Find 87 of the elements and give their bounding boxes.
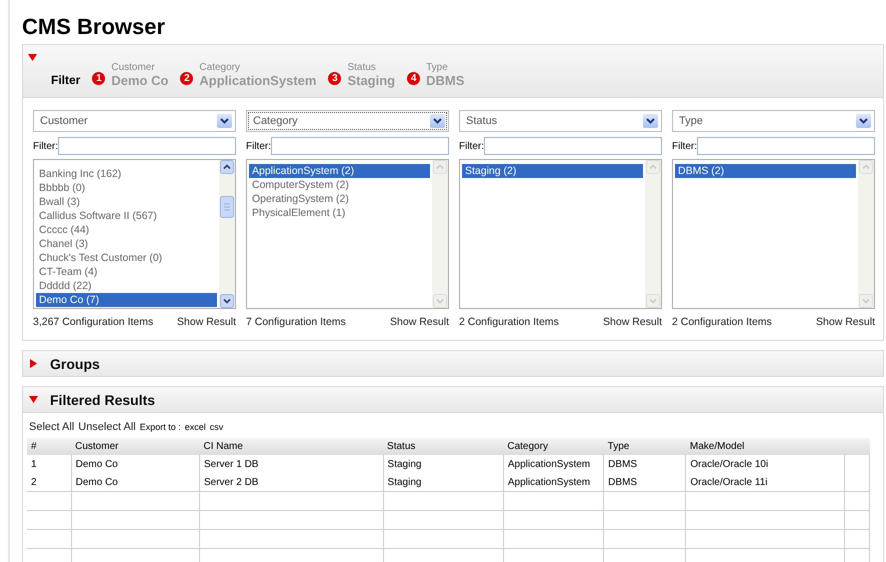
filter-label: Filter: bbox=[459, 140, 484, 152]
table-cell: DBMS bbox=[604, 455, 686, 473]
list-item[interactable]: PhysicalElement (1) bbox=[249, 206, 430, 220]
table-cell: 2 bbox=[27, 473, 72, 492]
export-link[interactable]: csv bbox=[210, 422, 224, 432]
list-item[interactable]: Ddddd (22) bbox=[36, 279, 217, 293]
list-item[interactable]: Staging (2) bbox=[462, 164, 643, 178]
dropdown[interactable]: Status bbox=[459, 110, 662, 132]
item-count: 3,267 Configuration Items bbox=[33, 316, 154, 328]
step-label: Type bbox=[426, 62, 449, 73]
list-item[interactable]: Chanel (3) bbox=[36, 237, 217, 251]
filter-input[interactable] bbox=[58, 137, 236, 155]
list-item[interactable]: ComputerSystem (2) bbox=[249, 178, 430, 192]
column-header[interactable]: Make/Model bbox=[686, 438, 844, 455]
item-count: 2 Configuration Items bbox=[672, 316, 772, 328]
item-count: 2 Configuration Items bbox=[459, 316, 559, 328]
table-cell: Staging bbox=[383, 473, 504, 492]
column-header[interactable]: Status bbox=[383, 438, 504, 455]
show-result-link[interactable]: Show Result bbox=[177, 316, 236, 328]
results-header[interactable]: Filtered Results bbox=[23, 387, 883, 413]
list-item[interactable]: Banking Inc (162) bbox=[36, 167, 217, 181]
column-header[interactable]: CI Name bbox=[200, 438, 384, 455]
show-result-link[interactable]: Show Result bbox=[603, 316, 662, 328]
table-cell: Server 2 DB bbox=[200, 473, 384, 492]
scroll-down-icon[interactable] bbox=[220, 294, 234, 308]
dropdown[interactable]: Type bbox=[672, 110, 875, 132]
dropdown[interactable]: Category bbox=[246, 110, 449, 132]
expanded-triangle-icon[interactable] bbox=[29, 395, 38, 404]
table-cell: Staging bbox=[383, 455, 504, 473]
list-item[interactable]: CT-Team (4) bbox=[36, 265, 217, 279]
table-cell: ApplicationSystem bbox=[503, 455, 604, 473]
filter-label: Filter bbox=[51, 73, 80, 87]
list-item[interactable]: Ccccc (44) bbox=[36, 223, 217, 237]
step-value: Staging bbox=[347, 73, 396, 88]
collapsed-triangle-icon[interactable] bbox=[29, 359, 38, 368]
list-item[interactable]: ApplicationSystem (2) bbox=[249, 164, 430, 178]
item-count: 7 Configuration Items bbox=[246, 316, 346, 328]
step-number-badge: 4 bbox=[407, 72, 420, 85]
groups-header[interactable]: Groups bbox=[23, 351, 883, 376]
section-title: Filtered Results bbox=[50, 392, 156, 408]
export-label: Export to : bbox=[140, 422, 181, 432]
table-cell: Server 1 DB bbox=[200, 455, 384, 473]
step-value: DBMS bbox=[426, 73, 464, 88]
table-cell: Demo Co bbox=[71, 455, 200, 473]
dropdown[interactable]: Customer bbox=[33, 110, 236, 132]
export-link[interactable]: excel bbox=[184, 422, 206, 432]
list-item[interactable]: Chuck's Test Customer (0) bbox=[36, 251, 217, 265]
list-item[interactable]: OperatingSystem (2) bbox=[249, 192, 430, 206]
table-cell: Demo Co bbox=[71, 473, 200, 492]
step-label: Status bbox=[347, 62, 377, 73]
select-link[interactable]: Unselect All bbox=[78, 421, 136, 433]
table-cell: ApplicationSystem bbox=[503, 473, 604, 492]
list-item[interactable]: Callidus Software II (567) bbox=[36, 209, 217, 223]
column-header[interactable]: Category bbox=[503, 438, 604, 455]
step-value: Demo Co bbox=[111, 73, 168, 88]
table-cell: Oracle/Oracle 11i bbox=[686, 473, 844, 492]
step-value: ApplicationSystem bbox=[199, 73, 316, 88]
column-header[interactable]: # bbox=[27, 438, 72, 455]
show-result-link[interactable]: Show Result bbox=[816, 316, 875, 328]
table-cell: 1 bbox=[27, 455, 72, 473]
filter-label: Filter: bbox=[672, 140, 697, 152]
list-item[interactable]: Demo Co (7) bbox=[36, 293, 217, 307]
step-number-badge: 2 bbox=[180, 72, 194, 85]
filter-input[interactable] bbox=[697, 137, 875, 155]
filter-input[interactable] bbox=[484, 137, 662, 155]
section-title: Groups bbox=[50, 356, 100, 372]
step-number-badge: 1 bbox=[92, 72, 106, 85]
filter-input[interactable] bbox=[271, 137, 449, 155]
expanded-triangle-icon[interactable] bbox=[28, 53, 37, 62]
column-header[interactable]: Type bbox=[604, 438, 686, 455]
table-cell: DBMS bbox=[604, 473, 686, 492]
filter-label: Filter: bbox=[246, 140, 271, 152]
scroll-up-icon[interactable] bbox=[220, 160, 234, 174]
scroll-thumb-icon[interactable] bbox=[220, 196, 234, 218]
show-result-link[interactable]: Show Result bbox=[390, 316, 449, 328]
step-number-badge: 3 bbox=[328, 72, 342, 85]
filter-label: Filter: bbox=[33, 140, 58, 152]
column-header[interactable]: Customer bbox=[71, 438, 200, 455]
select-link[interactable]: Select All bbox=[29, 421, 74, 433]
step-label: Customer bbox=[111, 62, 156, 73]
step-label: Category bbox=[199, 62, 241, 73]
list-item[interactable]: DBMS (2) bbox=[675, 164, 856, 178]
page-title: CMS Browser bbox=[22, 14, 166, 40]
list-item[interactable]: Bbbbb (0) bbox=[36, 181, 217, 195]
table-cell: Oracle/Oracle 10i bbox=[686, 455, 844, 473]
list-item[interactable]: Bwall (3) bbox=[36, 195, 217, 209]
scrollbar[interactable] bbox=[219, 160, 235, 308]
